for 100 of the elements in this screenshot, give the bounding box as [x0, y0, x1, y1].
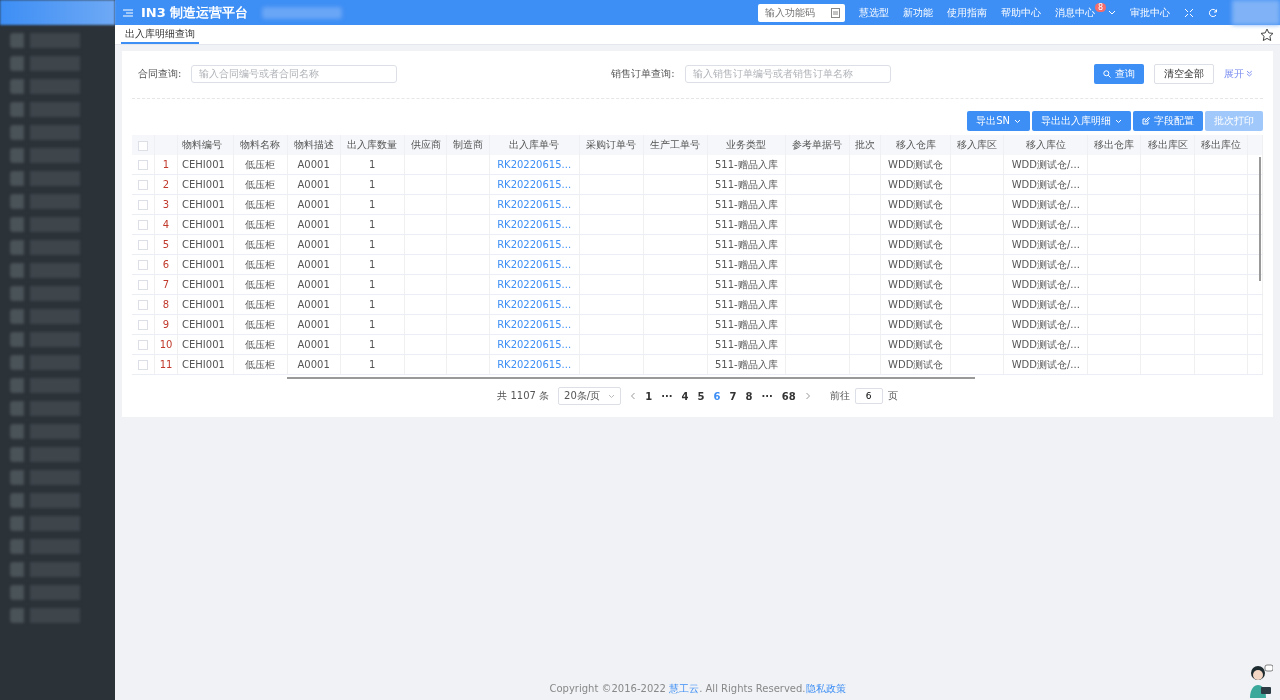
row-checkbox[interactable] [138, 280, 148, 290]
order-number-link[interactable]: RK20220615... [497, 219, 572, 230]
expand-link[interactable]: 展开 [1224, 66, 1245, 81]
page-number[interactable]: 68 [781, 390, 796, 402]
row-checkbox[interactable] [138, 220, 148, 230]
document-icon [830, 7, 840, 18]
table-cell: WDD测试仓 [888, 258, 944, 270]
order-number-link[interactable]: RK20220615... [497, 259, 572, 270]
privacy-link[interactable]: 隐私政策 [805, 683, 846, 694]
select-all-checkbox[interactable] [138, 140, 148, 151]
previous-page-icon[interactable] [630, 392, 637, 400]
table-cell: WDD测试仓 [888, 178, 944, 190]
row-number: 8 [154, 294, 178, 315]
refresh-icon[interactable] [1208, 7, 1218, 18]
order-number-link[interactable]: RK20220615... [497, 239, 572, 250]
menu-icon[interactable] [123, 8, 133, 17]
header-link[interactable]: 消息中心 [1054, 5, 1095, 20]
chevron-down-icon[interactable] [1108, 10, 1116, 15]
toolbar-button[interactable]: 导出SN [967, 111, 1030, 131]
row-number: 9 [154, 314, 178, 335]
total-count: 共 1107 条 [497, 389, 550, 403]
row-checkbox[interactable] [138, 360, 148, 370]
page-number[interactable]: ··· [661, 390, 673, 402]
column-header: 出入库数量 [340, 135, 405, 155]
table-cell: WDD测试仓 [888, 198, 944, 210]
row-number: 1 [154, 155, 178, 175]
order-number-link[interactable]: RK20220615... [497, 179, 572, 190]
page-number[interactable]: 7 [729, 390, 737, 402]
filter-field[interactable]: 输入合同编号或者合同名称 [191, 64, 398, 83]
row-checkbox[interactable] [138, 240, 148, 250]
header-link[interactable]: 新功能 [902, 5, 933, 20]
header-link[interactable]: 帮助中心 [1000, 5, 1041, 20]
row-checkbox[interactable] [138, 180, 148, 190]
edit-icon [1142, 117, 1150, 125]
page-number[interactable]: 1 [645, 390, 653, 402]
order-number-link[interactable]: RK20220615... [497, 279, 572, 290]
chevron-down-icon [1115, 118, 1122, 124]
header-link[interactable]: 慧选型 [858, 5, 889, 20]
company-link[interactable]: 慧工云 [669, 683, 700, 694]
table-cell: 511-赠品入库 [714, 358, 778, 370]
function-code-field[interactable]: 输入功能码 [757, 3, 845, 22]
clear-all-button[interactable]: 清空全部 [1154, 63, 1215, 84]
table-cell: CEHI001 [182, 199, 225, 210]
toolbar-button[interactable]: 导出出入库明细 [1032, 111, 1131, 131]
row-number: 10 [154, 334, 178, 355]
mascot-drawing [1247, 664, 1273, 698]
query-button[interactable]: 查询 [1094, 63, 1145, 84]
table-cell: 1 [369, 239, 376, 250]
vertical-scrollbar[interactable] [1259, 157, 1261, 281]
page-number[interactable]: 5 [697, 390, 705, 402]
column-header: 移入库区 [950, 135, 1004, 155]
row-checkbox[interactable] [138, 340, 148, 350]
order-number-link[interactable]: RK20220615... [497, 319, 572, 330]
table-cell: 低压柜 [245, 238, 276, 250]
table-cell: 511-赠品入库 [714, 318, 778, 330]
next-page-icon[interactable] [804, 392, 811, 400]
star-icon[interactable] [1260, 27, 1274, 42]
table-cell: 1 [369, 179, 376, 190]
table-cell: WDD测试仓/... [1011, 338, 1080, 350]
order-number-link[interactable]: RK20220615... [497, 299, 572, 310]
page-number[interactable]: 8 [745, 390, 753, 402]
column-header: 移出仓库 [1087, 135, 1141, 155]
table-cell: A0001 [297, 339, 330, 350]
table-cell: CEHI001 [182, 339, 225, 350]
table-cell: 511-赠品入库 [714, 218, 778, 230]
table-cell: WDD测试仓/... [1011, 158, 1080, 170]
page-number[interactable]: ··· [761, 390, 773, 402]
header-link[interactable]: 使用指南 [946, 5, 987, 20]
notification-badge: 8 [1094, 3, 1106, 12]
table-cell: 511-赠品入库 [714, 258, 778, 270]
row-checkbox[interactable] [138, 320, 148, 330]
row-checkbox[interactable] [138, 300, 148, 310]
horizontal-scrollbar[interactable] [287, 377, 975, 379]
fullscreen-icon[interactable] [1184, 7, 1194, 18]
page-size-select[interactable]: 20条/页 [558, 387, 622, 405]
double-chevron-down-icon[interactable] [1246, 70, 1253, 77]
table-cell: 1 [369, 199, 376, 210]
order-number-link[interactable]: RK20220615... [497, 159, 572, 170]
toolbar-button[interactable]: 字段配置 [1133, 111, 1203, 131]
table-cell: 低压柜 [245, 278, 276, 290]
column-header: 出入库单号 [489, 135, 580, 155]
order-number-link[interactable]: RK20220615... [497, 199, 572, 210]
table-cell: WDD测试仓/... [1011, 278, 1080, 290]
table-cell: CEHI001 [182, 279, 225, 290]
table-cell: WDD测试仓/... [1011, 358, 1080, 370]
row-checkbox[interactable] [138, 260, 148, 270]
row-checkbox[interactable] [138, 160, 148, 170]
goto-page-field[interactable]: 6 [854, 388, 883, 404]
header-link[interactable]: 审批中心 [1130, 5, 1170, 20]
row-number: 5 [154, 234, 178, 255]
filter-field[interactable]: 输入销售订单编号或者销售订单名称 [684, 64, 891, 83]
column-header: 业务类型 [707, 135, 786, 155]
order-number-link[interactable]: RK20220615... [497, 339, 572, 350]
column-header: 物料编号 [177, 135, 234, 155]
column-header: 移出库区 [1140, 135, 1195, 155]
column-header: 生产工单号 [643, 135, 708, 155]
order-number-link[interactable]: RK20220615... [497, 359, 572, 370]
row-checkbox[interactable] [138, 200, 148, 210]
page-number[interactable]: 6 [713, 390, 721, 402]
page-number[interactable]: 4 [681, 390, 689, 402]
